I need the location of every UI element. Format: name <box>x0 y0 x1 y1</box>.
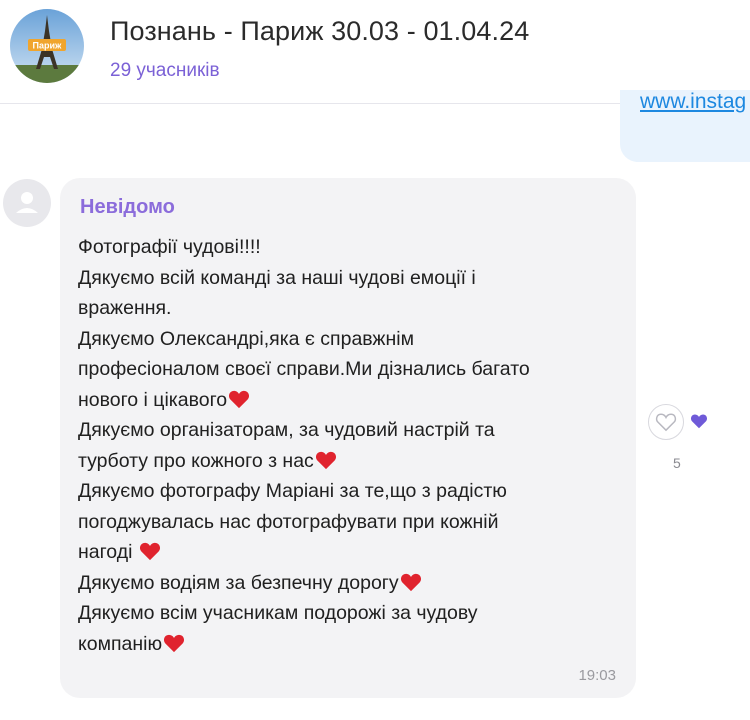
message-line: Дякуємо фотографу Маріані за те,що з рад… <box>78 480 507 502</box>
message-line: турботу про кожного з нас <box>78 449 314 472</box>
message-line: Дякуємо Олександрі,яка є справжнім <box>78 327 414 350</box>
previous-message-bubble: www.instag <box>620 90 750 162</box>
sender-name[interactable]: Невідомо <box>80 196 175 219</box>
chat-avatar[interactable]: Париж <box>10 9 84 83</box>
heart-reaction-badge[interactable] <box>684 406 714 436</box>
message-text: Фотографії чудові!!!! Дякуємо всій коман… <box>78 232 578 659</box>
sender-avatar[interactable] <box>3 179 51 227</box>
message-line-wrap: нагоді <box>78 537 578 568</box>
message-line: нового і цікавого <box>78 388 228 411</box>
message-line: професіоналом своєї справи.Ми дізнались … <box>78 358 530 380</box>
red-heart-icon <box>315 451 336 469</box>
chat-header: Париж Познань - Париж 30.03 - 01.04.24 2… <box>0 0 750 104</box>
message-line: Дякуємо всім учасникам подорожі за чудов… <box>78 602 478 624</box>
participants-count[interactable]: 29 учасників <box>110 60 220 82</box>
heart-outline-icon <box>655 413 677 432</box>
red-heart-icon <box>229 390 250 408</box>
message-line: Фотографії чудові!!!! <box>78 236 261 258</box>
message-bubble: Невідомо Фотографії чудові!!!! Дякуємо в… <box>60 178 636 698</box>
red-heart-icon <box>164 634 185 652</box>
red-heart-icon <box>139 542 160 561</box>
purple-heart-icon <box>690 414 708 429</box>
add-heart-reaction-button[interactable] <box>648 404 684 440</box>
message-line-wrap: турботу про кожного з нас <box>78 446 578 477</box>
message-line: нагоді <box>78 541 138 563</box>
chat-title: Познань - Париж 30.03 - 01.04.24 <box>110 16 530 46</box>
message-line: Дякуємо водіям за безпечну дорогу <box>78 571 399 594</box>
message-line-wrap: Дякуємо водіям за безпечну дорогу <box>78 568 578 599</box>
message-line: погоджувалась нас фотографувати при кожн… <box>78 510 499 533</box>
message-line: компанію <box>78 632 163 655</box>
message-time: 19:03 <box>578 667 616 684</box>
reaction-count: 5 <box>673 455 681 471</box>
message-line: враження. <box>78 297 172 319</box>
message-line: Дякуємо всій команді за наші чудові емоц… <box>78 266 476 289</box>
reactions-bar <box>644 402 724 442</box>
eiffel-tower-image: Париж <box>10 9 84 83</box>
red-heart-icon <box>400 573 421 591</box>
instagram-link[interactable]: www.instag <box>640 90 746 114</box>
svg-text:Париж: Париж <box>33 41 63 51</box>
message-line-wrap: нового і цікавого <box>78 385 578 416</box>
message-line: Дякуємо організаторам, за чудовий настрі… <box>78 419 495 441</box>
user-placeholder-icon <box>16 192 38 213</box>
message-line-wrap: компанію <box>78 629 578 660</box>
